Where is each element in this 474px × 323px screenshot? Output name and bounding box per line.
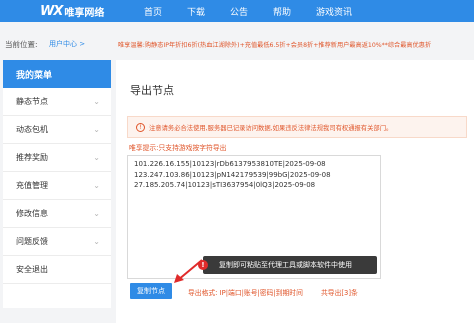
- sidebar-item-feedback[interactable]: 问题反馈 ⌄: [3, 228, 111, 256]
- export-format-text: 导出格式: IP|端口|账号|密码|到期时间: [188, 289, 303, 297]
- nav-notice[interactable]: 公告: [226, 0, 252, 22]
- nav-help[interactable]: 帮助: [269, 0, 295, 22]
- alert-badge-icon: !: [198, 260, 208, 270]
- location-label: 当前位置:: [5, 39, 38, 49]
- sidebar-item-logout[interactable]: 安全退出: [3, 256, 111, 284]
- sidebar-item-edit-info[interactable]: 修改信息 ⌄: [3, 200, 111, 228]
- sidebar-item-label: 修改信息: [16, 209, 48, 218]
- nav-download[interactable]: 下载: [183, 0, 209, 22]
- warning-text: 注意请务必合法使用,服务器已记录访问数据,如果违反法律法规我司有权通报有关部门。: [149, 124, 393, 132]
- breadcrumb-user-center[interactable]: 用户中心 >: [49, 39, 85, 49]
- sidebar-item-label: 推荐奖励: [16, 153, 48, 162]
- sidebar: 我的菜单 静态节点 ⌄ 动态包机 ⌄ 推荐奖励 ⌄ 充值管理 ⌄ 修改信息 ⌄ …: [3, 60, 111, 308]
- chevron-down-icon: ⌄: [93, 97, 100, 106]
- warning-icon: !: [136, 122, 145, 132]
- logo-text: 唯享网络: [64, 7, 105, 19]
- chevron-down-icon: ⌄: [93, 237, 100, 246]
- chevron-down-icon: ⌄: [93, 125, 100, 134]
- sidebar-item-static-nodes[interactable]: 静态节点 ⌄: [3, 88, 111, 116]
- sidebar-item-dynamic-machine[interactable]: 动态包机 ⌄: [3, 116, 111, 144]
- node-line: 101.226.16.155|10123|rDb6137953810TE|202…: [134, 160, 326, 168]
- chevron-down-icon: ⌄: [93, 153, 100, 162]
- nav-game-news[interactable]: 游戏资讯: [312, 0, 356, 22]
- sidebar-item-label: 安全退出: [16, 265, 48, 274]
- logo[interactable]: WX 唯享网络: [0, 0, 118, 22]
- logo-mark: WX: [40, 3, 63, 19]
- sidebar-item-label: 静态节点: [16, 97, 48, 106]
- node-line: 123.247.103.86|10123|pN142179539|99bG|20…: [134, 170, 331, 179]
- sidebar-item-referral-reward[interactable]: 推荐奖励 ⌄: [3, 144, 111, 172]
- export-count-text: 共导出[3]条: [321, 289, 358, 297]
- sidebar-item-label: 充值管理: [16, 181, 48, 190]
- promo-marquee: 唯享温馨:购静态IP年折扣6折(热血江湖除外)+充值最低6.5折+会员8折+推荐…: [118, 41, 432, 49]
- copy-nodes-button[interactable]: 复制节点: [130, 283, 172, 299]
- sidebar-header: 我的菜单: [3, 60, 111, 88]
- main-panel: 导出节点 ! 注意请务必合法使用,服务器已记录访问数据,如果违反法律法规我司有权…: [116, 60, 474, 323]
- node-line: 27.185.205.74|10123|sTI3637954|0lQ3|2025…: [134, 181, 316, 189]
- chevron-down-icon: ⌄: [93, 181, 100, 190]
- chevron-down-icon: ⌄: [93, 209, 100, 218]
- location-bar: 当前位置: 用户中心 > 唯享温馨:购静态IP年折扣6折(热血江湖除外)+充值最…: [0, 36, 474, 52]
- export-hint: 唯享提示:只支持游戏按字符导出: [129, 144, 227, 152]
- sidebar-item-label: 问题反馈: [16, 237, 48, 246]
- top-nav: WX 唯享网络 首页 下载 公告 帮助 游戏资讯: [0, 0, 474, 22]
- sidebar-item-recharge[interactable]: 充值管理 ⌄: [3, 172, 111, 200]
- page-title: 导出节点: [130, 84, 174, 97]
- copy-tooltip: 复制即可粘贴至代理工具或脚本软件中使用: [199, 256, 377, 274]
- nav-home[interactable]: 首页: [140, 0, 166, 22]
- sidebar-item-label: 动态包机: [16, 125, 48, 134]
- warning-alert: ! 注意请务必合法使用,服务器已记录访问数据,如果违反法律法规我司有权通报有关部…: [127, 116, 467, 138]
